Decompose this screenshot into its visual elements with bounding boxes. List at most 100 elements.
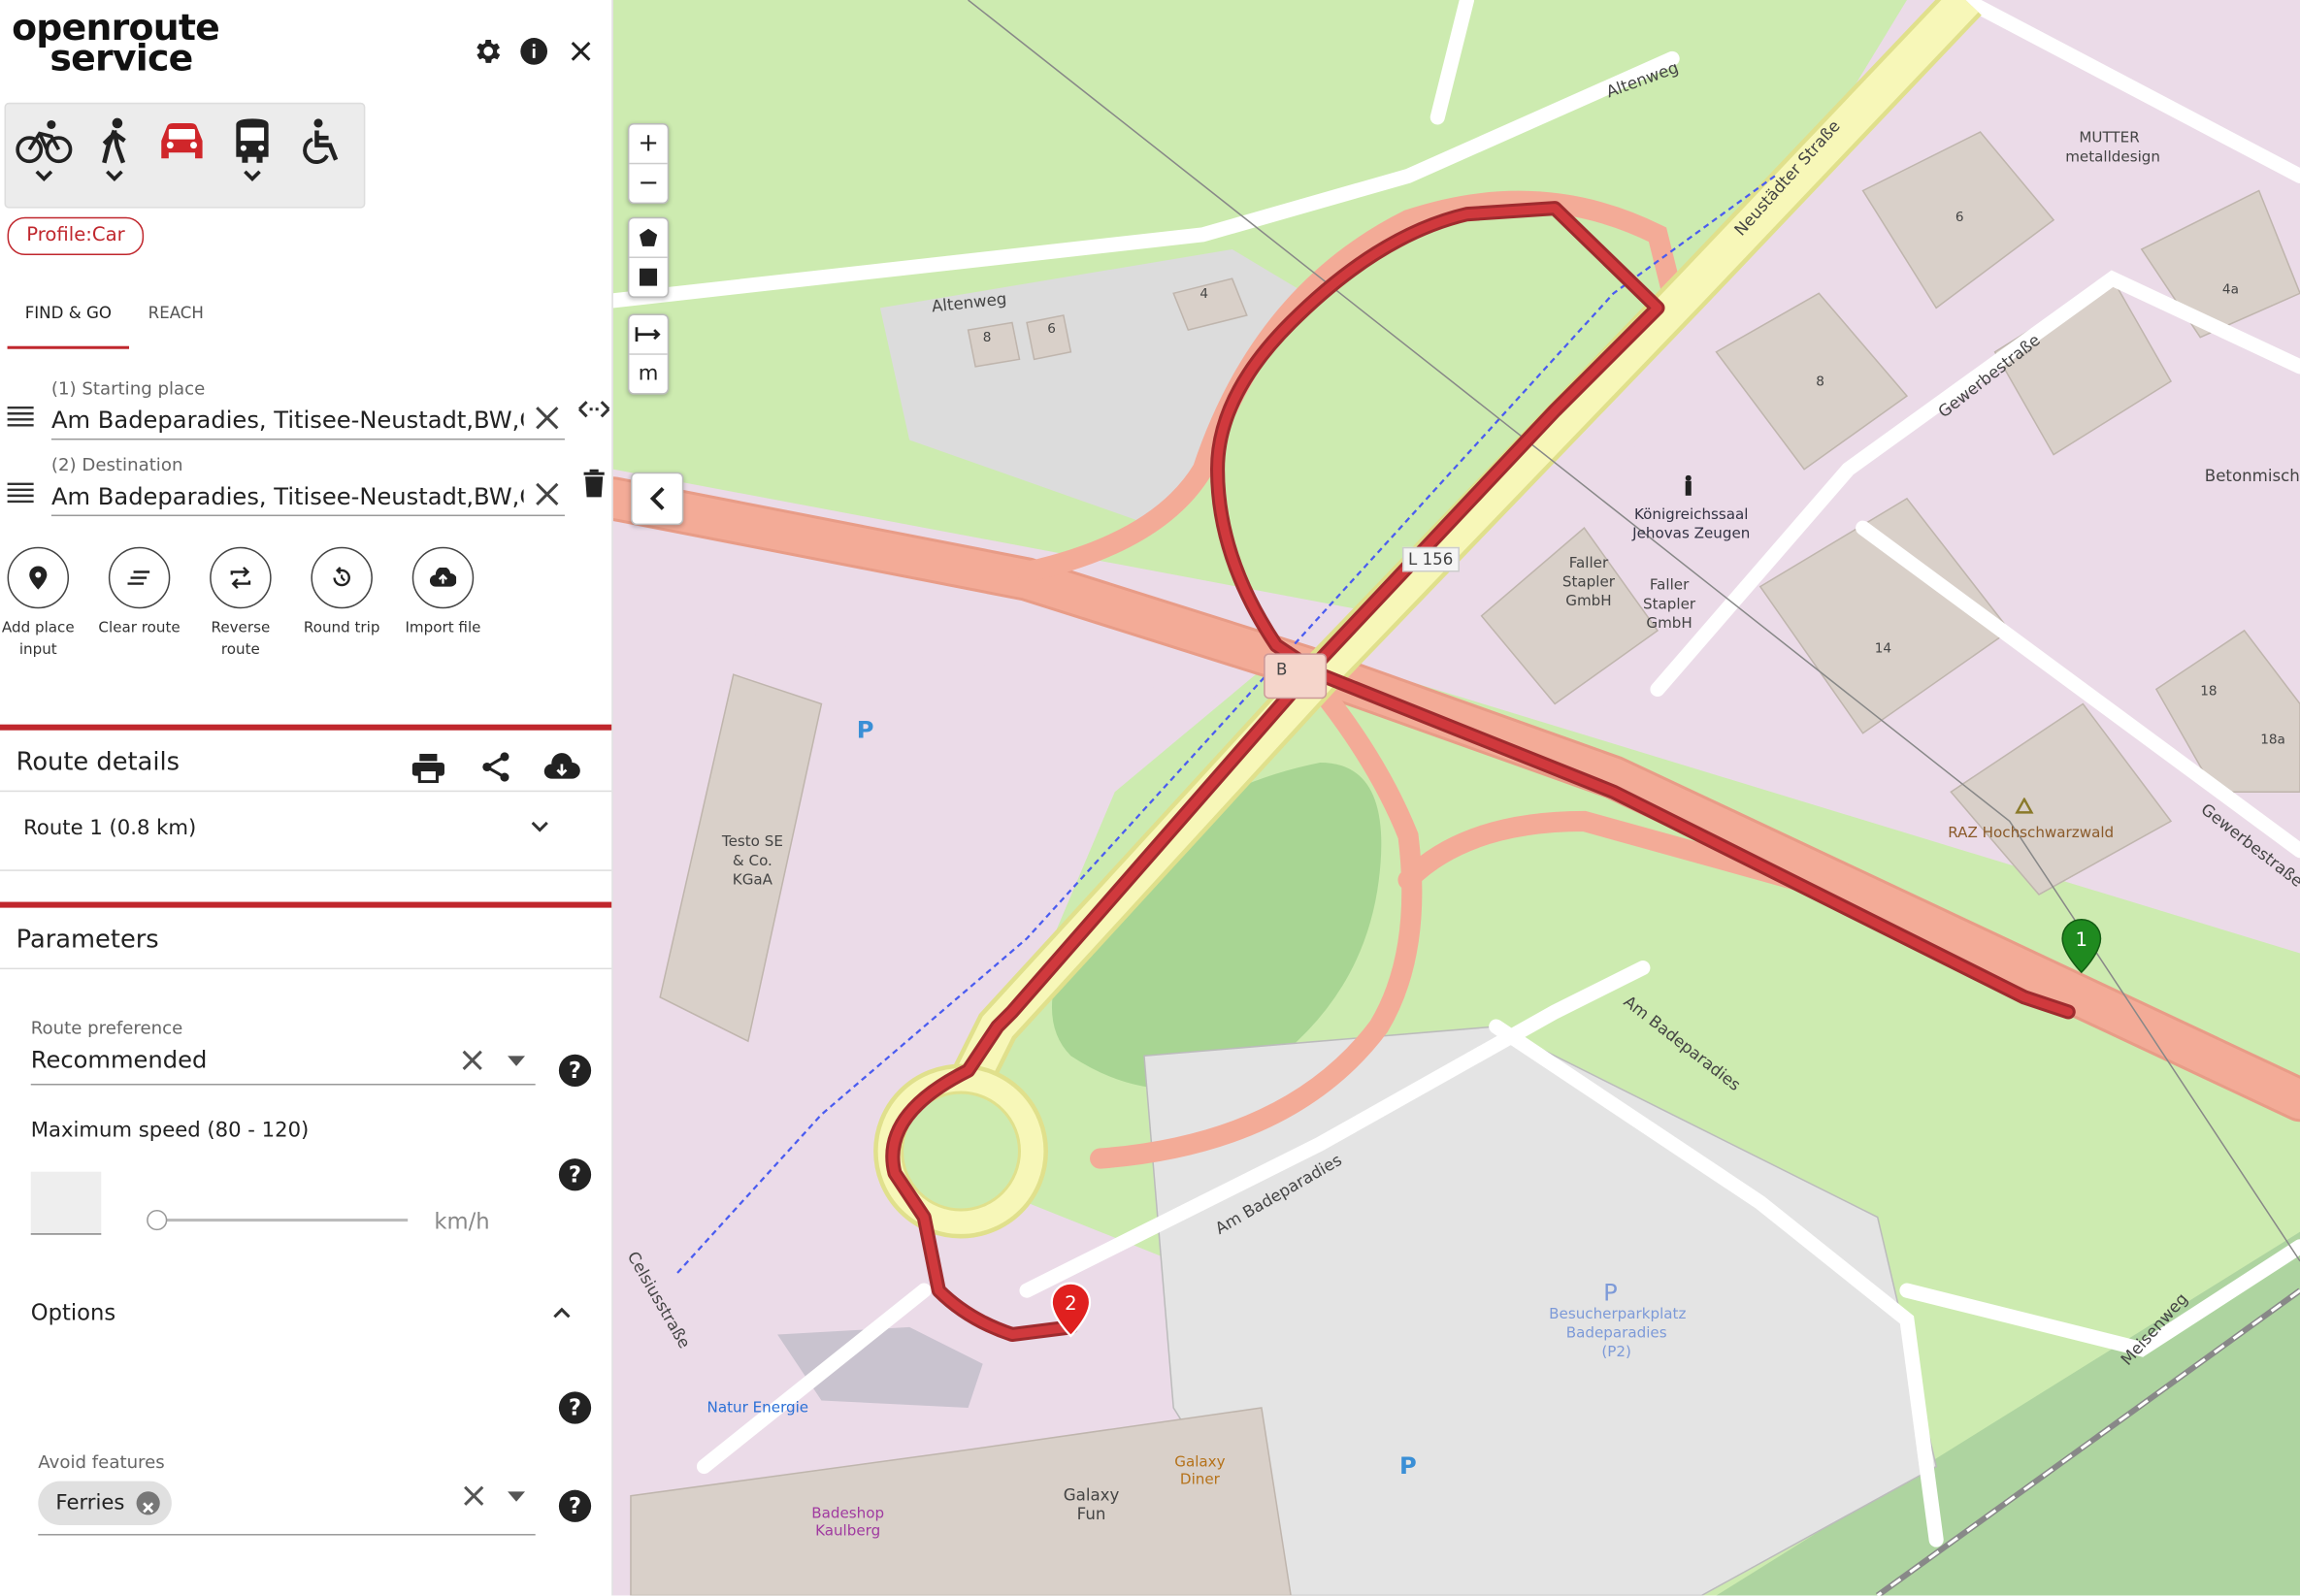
destination-label: (2) Destination (50, 454, 183, 475)
add-place-input-label: Add place input (1, 620, 75, 659)
parameters-header: Parameters (0, 901, 612, 970)
reverse-route-button[interactable]: Reverse route (194, 546, 288, 662)
swap-places-icon[interactable] (576, 396, 611, 422)
remove-chip-icon[interactable] (136, 1491, 160, 1515)
destination-marker[interactable]: 2 (1049, 1282, 1093, 1338)
help-icon[interactable]: ? (558, 1054, 592, 1088)
help-icon[interactable]: ? (558, 1391, 592, 1424)
clear-select-icon[interactable] (461, 1049, 484, 1072)
car-icon (161, 122, 203, 159)
profile-car[interactable] (152, 115, 211, 195)
map-label-house-number: 8 (1816, 375, 1824, 391)
top-icons (471, 35, 597, 67)
avoid-features-label: Avoid features (38, 1451, 165, 1473)
destination-marker-label: 2 (1065, 1293, 1077, 1316)
measure-control: m (627, 313, 670, 395)
map-label-poi: Betonmisch (2204, 466, 2300, 486)
ferries-chip: Ferries (38, 1481, 172, 1525)
zoom-control: + − (627, 122, 670, 205)
clear-route-button[interactable]: Clear route (92, 546, 186, 639)
download-icon[interactable] (542, 752, 580, 781)
clear-input-icon[interactable] (534, 405, 560, 431)
draw-polygon-button[interactable] (629, 218, 667, 256)
parking-label: P (1603, 1279, 1618, 1307)
max-speed-slider-track[interactable] (153, 1219, 409, 1222)
chevron-down-icon (106, 170, 123, 181)
chevron-left-icon (649, 486, 665, 510)
round-trip-button[interactable]: Round trip (295, 546, 389, 639)
place-of-worship-icon (1685, 474, 1692, 496)
starting-place-label: (1) Starting place (50, 377, 206, 400)
help-icon[interactable]: ? (558, 1489, 592, 1522)
collapse-sidebar-button[interactable] (630, 472, 684, 526)
max-speed-input[interactable] (30, 1171, 102, 1235)
map-label-poi: Königreichssaal Jehovas Zeugen (1632, 506, 1751, 543)
measure-unit[interactable]: m (629, 353, 668, 393)
route-details-header: Route details (0, 724, 612, 793)
trash-icon[interactable] (582, 469, 606, 499)
route-actions: Add place input Clear route Reverse rout… (0, 546, 611, 665)
map-label-poi: Besucherparkplatz Badeparadies (P2) (1549, 1306, 1687, 1361)
place-row-destination: (2) Destination (0, 455, 611, 529)
start-marker[interactable]: 1 (2059, 918, 2103, 974)
zoom-in-button[interactable]: + (629, 124, 667, 162)
share-icon[interactable] (479, 751, 511, 783)
clear-input-icon[interactable] (534, 481, 560, 507)
help-icon[interactable]: ? (558, 1158, 592, 1191)
avoid-features-select[interactable]: Ferries (38, 1479, 536, 1536)
drag-handle-icon[interactable] (7, 405, 34, 428)
measure-icon (635, 327, 661, 342)
map-label-poi: Natur Energie (706, 1400, 809, 1417)
close-icon[interactable] (565, 35, 597, 67)
print-icon[interactable] (411, 753, 444, 784)
profile-walk[interactable] (85, 115, 144, 195)
app-logo: openroute service (12, 9, 220, 77)
map-label-poi: Faller Stapler GmbH (1561, 555, 1615, 610)
map-label-house-number: 8 (982, 331, 992, 346)
round-trip-label: Round trip (303, 620, 380, 636)
bike-icon (16, 119, 73, 164)
add-place-input-button[interactable]: Add place input (0, 546, 85, 662)
reverse-route-label: Reverse route (211, 620, 271, 659)
map-label-poi: Galaxy Diner (1174, 1454, 1226, 1489)
profile-wheelchair[interactable] (293, 115, 351, 195)
info-icon[interactable] (518, 35, 550, 67)
options-label[interactable]: Options (31, 1299, 116, 1325)
round-trip-icon (333, 567, 350, 587)
draw-rectangle-button[interactable] (629, 256, 668, 297)
tab-find-go[interactable]: FIND & GO (7, 287, 130, 349)
max-speed-slider-thumb[interactable] (147, 1209, 168, 1231)
drag-handle-icon[interactable] (7, 481, 34, 505)
dropdown-arrow-icon[interactable] (507, 1491, 526, 1502)
destination-input[interactable] (50, 477, 565, 517)
sidebar: openroute service Profile:Car FIND & GO … (0, 0, 613, 1596)
route-preference-select[interactable]: Recommended (30, 1043, 536, 1086)
map-label-poi: RAZ Hochschwarzwald (1948, 825, 2115, 842)
starting-place-input[interactable] (50, 402, 565, 440)
settings-icon[interactable] (471, 35, 503, 67)
tab-reach[interactable]: REACH (131, 287, 222, 345)
chevron-down-icon[interactable] (530, 820, 550, 834)
map[interactable]: Altenweg Altenweg Neustädter Straße Gewe… (612, 0, 2300, 1596)
profile-bike[interactable] (15, 115, 73, 195)
wheelchair-icon (303, 118, 339, 164)
bus-icon (236, 118, 269, 163)
map-canvas[interactable] (612, 0, 2300, 1596)
map-label-house-number: 4 (1199, 287, 1209, 303)
profile-selector (4, 102, 366, 209)
draw-control (627, 216, 670, 298)
chevron-up-icon[interactable] (551, 1305, 572, 1319)
zoom-out-button[interactable]: − (629, 162, 668, 203)
route-1-row[interactable]: Route 1 (0.8 km) (0, 802, 612, 871)
clear-route-label: Clear route (98, 620, 181, 636)
parking-label: P (1398, 1451, 1417, 1481)
clear-select-icon[interactable] (462, 1484, 485, 1508)
measure-button[interactable] (629, 315, 667, 353)
profile-hgv[interactable] (223, 115, 281, 195)
import-file-button[interactable]: Import file (396, 546, 490, 639)
parking-label: P (856, 715, 874, 744)
route-1-label: Route 1 (0.8 km) (23, 816, 197, 841)
map-label-poi: Testo SE & Co. KGaA (721, 834, 783, 889)
dropdown-arrow-icon[interactable] (507, 1056, 526, 1066)
route-details-title: Route details (16, 747, 180, 778)
